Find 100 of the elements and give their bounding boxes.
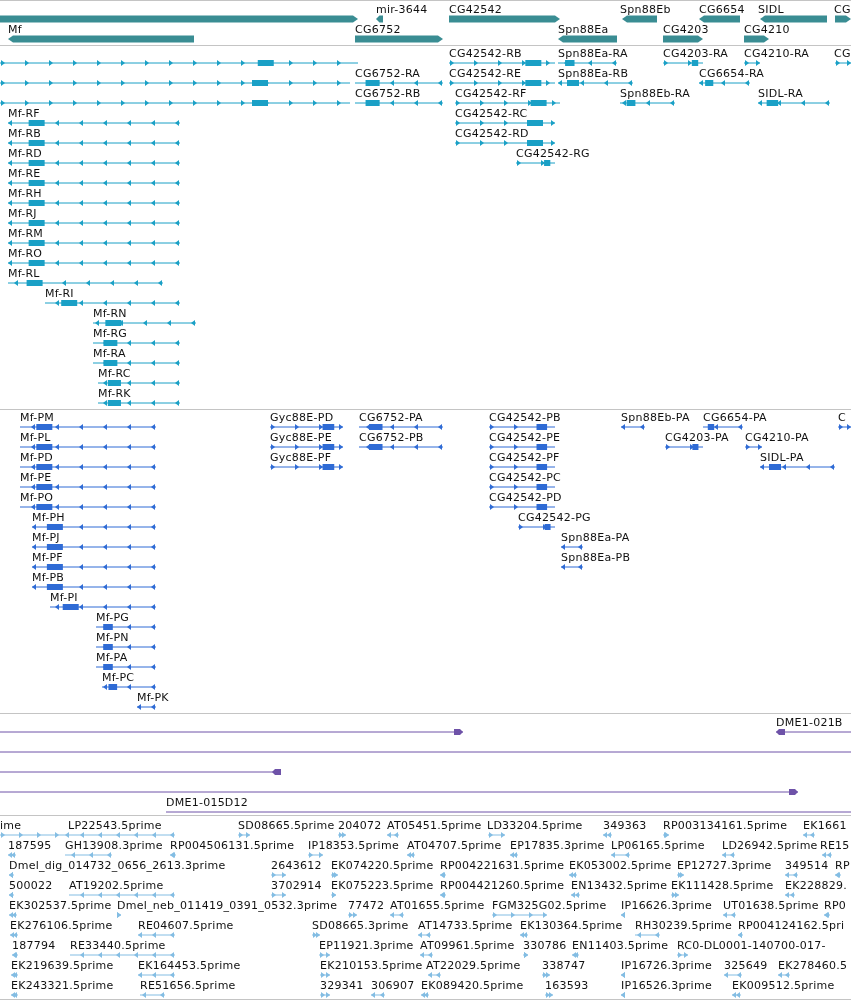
feature-label: RC0-DL0001-140700-017- <box>677 939 826 953</box>
feature-label: CG4210 <box>744 23 790 37</box>
feature-label: EK009512.5prime <box>732 979 835 993</box>
feature-label: Mf-RB <box>8 127 42 141</box>
feature-label: SIDL <box>758 3 784 17</box>
feature-label: EK075223.5prime <box>331 879 434 893</box>
feature-label: RP003134161.5prime <box>663 819 788 833</box>
feature-label: EP17835.3prime <box>510 839 605 853</box>
feature-label: Mf-RE <box>8 167 41 181</box>
feature-label: Mf-PC <box>102 671 135 685</box>
feature-label: EP11921.3prime <box>319 939 414 953</box>
feature-label: CG42542-PB <box>489 411 561 425</box>
feature-label: Mf-PF <box>32 551 63 565</box>
feature-label: AT01655.5prime <box>390 899 485 913</box>
feature-label: 2643612 <box>271 859 322 873</box>
feature-label: CG4210-PA <box>745 431 809 445</box>
feature-label: RE15 <box>820 839 850 853</box>
feature-label: Spn88Ea-PA <box>561 531 630 545</box>
feature-label: Gyc88E-PE <box>270 431 332 445</box>
feature-label: IP16626.3prime <box>621 899 712 913</box>
feature-label: Mf-RG <box>93 327 128 341</box>
feature-label: CG6654-RA <box>699 67 765 81</box>
feature-label: Mf-PH <box>32 511 65 525</box>
feature-label: Mf-PB <box>32 571 65 585</box>
feature-label: Spn88Ea <box>558 23 609 37</box>
feature-label: SD08665.5prime <box>238 819 335 833</box>
feature-label: Spn88Ea-PB <box>561 551 631 565</box>
feature-label: Mf-PJ <box>32 531 60 545</box>
feature-label: CG42542-RF <box>455 87 527 101</box>
feature-label: Spn88Eb-RA <box>620 87 691 101</box>
feature-label: CG42542-RD <box>455 127 529 141</box>
feature-label: FGM325G02.5prime <box>492 899 607 913</box>
feature-label: Mf-PM <box>20 411 55 425</box>
feature-label: Mf-PO <box>20 491 54 505</box>
feature-label: SIDL-PA <box>760 451 804 465</box>
feature-label: Mf-RK <box>98 387 131 401</box>
feature-label: EK243321.5prime <box>11 979 114 993</box>
feature-label: Mf-RC <box>98 367 131 381</box>
feature-label: EK228829. <box>785 879 847 893</box>
feature-label: 349363 <box>603 819 647 833</box>
feature-label: EK089420.5prime <box>421 979 524 993</box>
feature-label: Mf-RM <box>8 227 44 241</box>
feature-label: Spn88Eb <box>620 3 671 17</box>
feature-label: CG42542-RE <box>449 67 522 81</box>
feature-label: mir-3644 <box>376 3 428 17</box>
feature-label: Mf-RH <box>8 187 42 201</box>
feature-label: RP004124162.5pri <box>738 919 845 933</box>
feature-label: RH30239.5prime <box>635 919 732 933</box>
feature-label: AT09961.5prime <box>420 939 515 953</box>
feature-label: Gyc88E-PD <box>270 411 334 425</box>
feature-label: AT04707.5prime <box>407 839 502 853</box>
feature-label: LD33204.5prime <box>487 819 583 833</box>
feature-label: Mf-RI <box>45 287 74 301</box>
feature-label: EK276106.5prime <box>10 919 113 933</box>
feature-label: Spn88Ea-RA <box>558 47 628 61</box>
feature-label: Mf-RL <box>8 267 40 281</box>
feature-label: Dmel_neb_011419_0391_0532.3prime <box>117 899 338 913</box>
feature-label: SD08665.3prime <box>312 919 409 933</box>
feature-label: RP004421260.5prime <box>440 879 565 893</box>
feature-label: Mf-PG <box>96 611 130 625</box>
feature-label: RP004506131.5prime <box>170 839 295 853</box>
feature-label: CG6654 <box>699 3 745 17</box>
feature-label: CG42542-PG <box>518 511 591 525</box>
feature-label: EP12727.3prime <box>677 859 772 873</box>
feature-label: 187794 <box>12 939 56 953</box>
feature-label: LD26942.5prime <box>722 839 818 853</box>
feature-label: CG42542 <box>449 3 502 17</box>
feature-label: EK130364.5prime <box>520 919 623 933</box>
feature-label: Mf <box>8 23 22 37</box>
feature-label: EK278460.5 <box>778 959 848 973</box>
feature-label: EK210153.5prime <box>320 959 423 973</box>
feature-label: CG42542-RB <box>449 47 522 61</box>
feature-label: EK1661 <box>803 819 847 833</box>
feature-label: 330786 <box>523 939 567 953</box>
feature-label: 500022 <box>9 879 53 893</box>
feature-label: 187595 <box>8 839 52 853</box>
feature-label: RP0 <box>824 899 847 913</box>
feature-label: 306907 <box>371 979 415 993</box>
feature-label: CG6654-PA <box>703 411 767 425</box>
feature-label: CG42542-RC <box>455 107 528 121</box>
feature-label: IP18353.5prime <box>308 839 399 853</box>
feature-label: Mf-PE <box>20 471 52 485</box>
feature-label: CG4203-RA <box>663 47 729 61</box>
feature-label: EK111428.5prime <box>671 879 774 893</box>
feature-label: 163593 <box>545 979 589 993</box>
feature-label: CG6752 <box>355 23 401 37</box>
feature-label: CG6752-PB <box>359 431 424 445</box>
feature-label: IP16526.3prime <box>621 979 712 993</box>
feature-label: EN13432.5prime <box>571 879 668 893</box>
feature-label: CG <box>834 47 851 61</box>
feature-label: CG42542-PD <box>489 491 562 505</box>
feature-label: UT01638.5prime <box>723 899 819 913</box>
feature-label: SIDL-RA <box>758 87 804 101</box>
feature-label: EN11403.5prime <box>572 939 669 953</box>
feature-label: Mf-RJ <box>8 207 37 221</box>
feature-label: GH13908.3prime <box>65 839 163 853</box>
feature-label: CG4203-PA <box>665 431 729 445</box>
feature-label: CG6752-PA <box>359 411 423 425</box>
feature-label: CG42542-RG <box>516 147 590 161</box>
feature-label: AT22029.5prime <box>426 959 521 973</box>
